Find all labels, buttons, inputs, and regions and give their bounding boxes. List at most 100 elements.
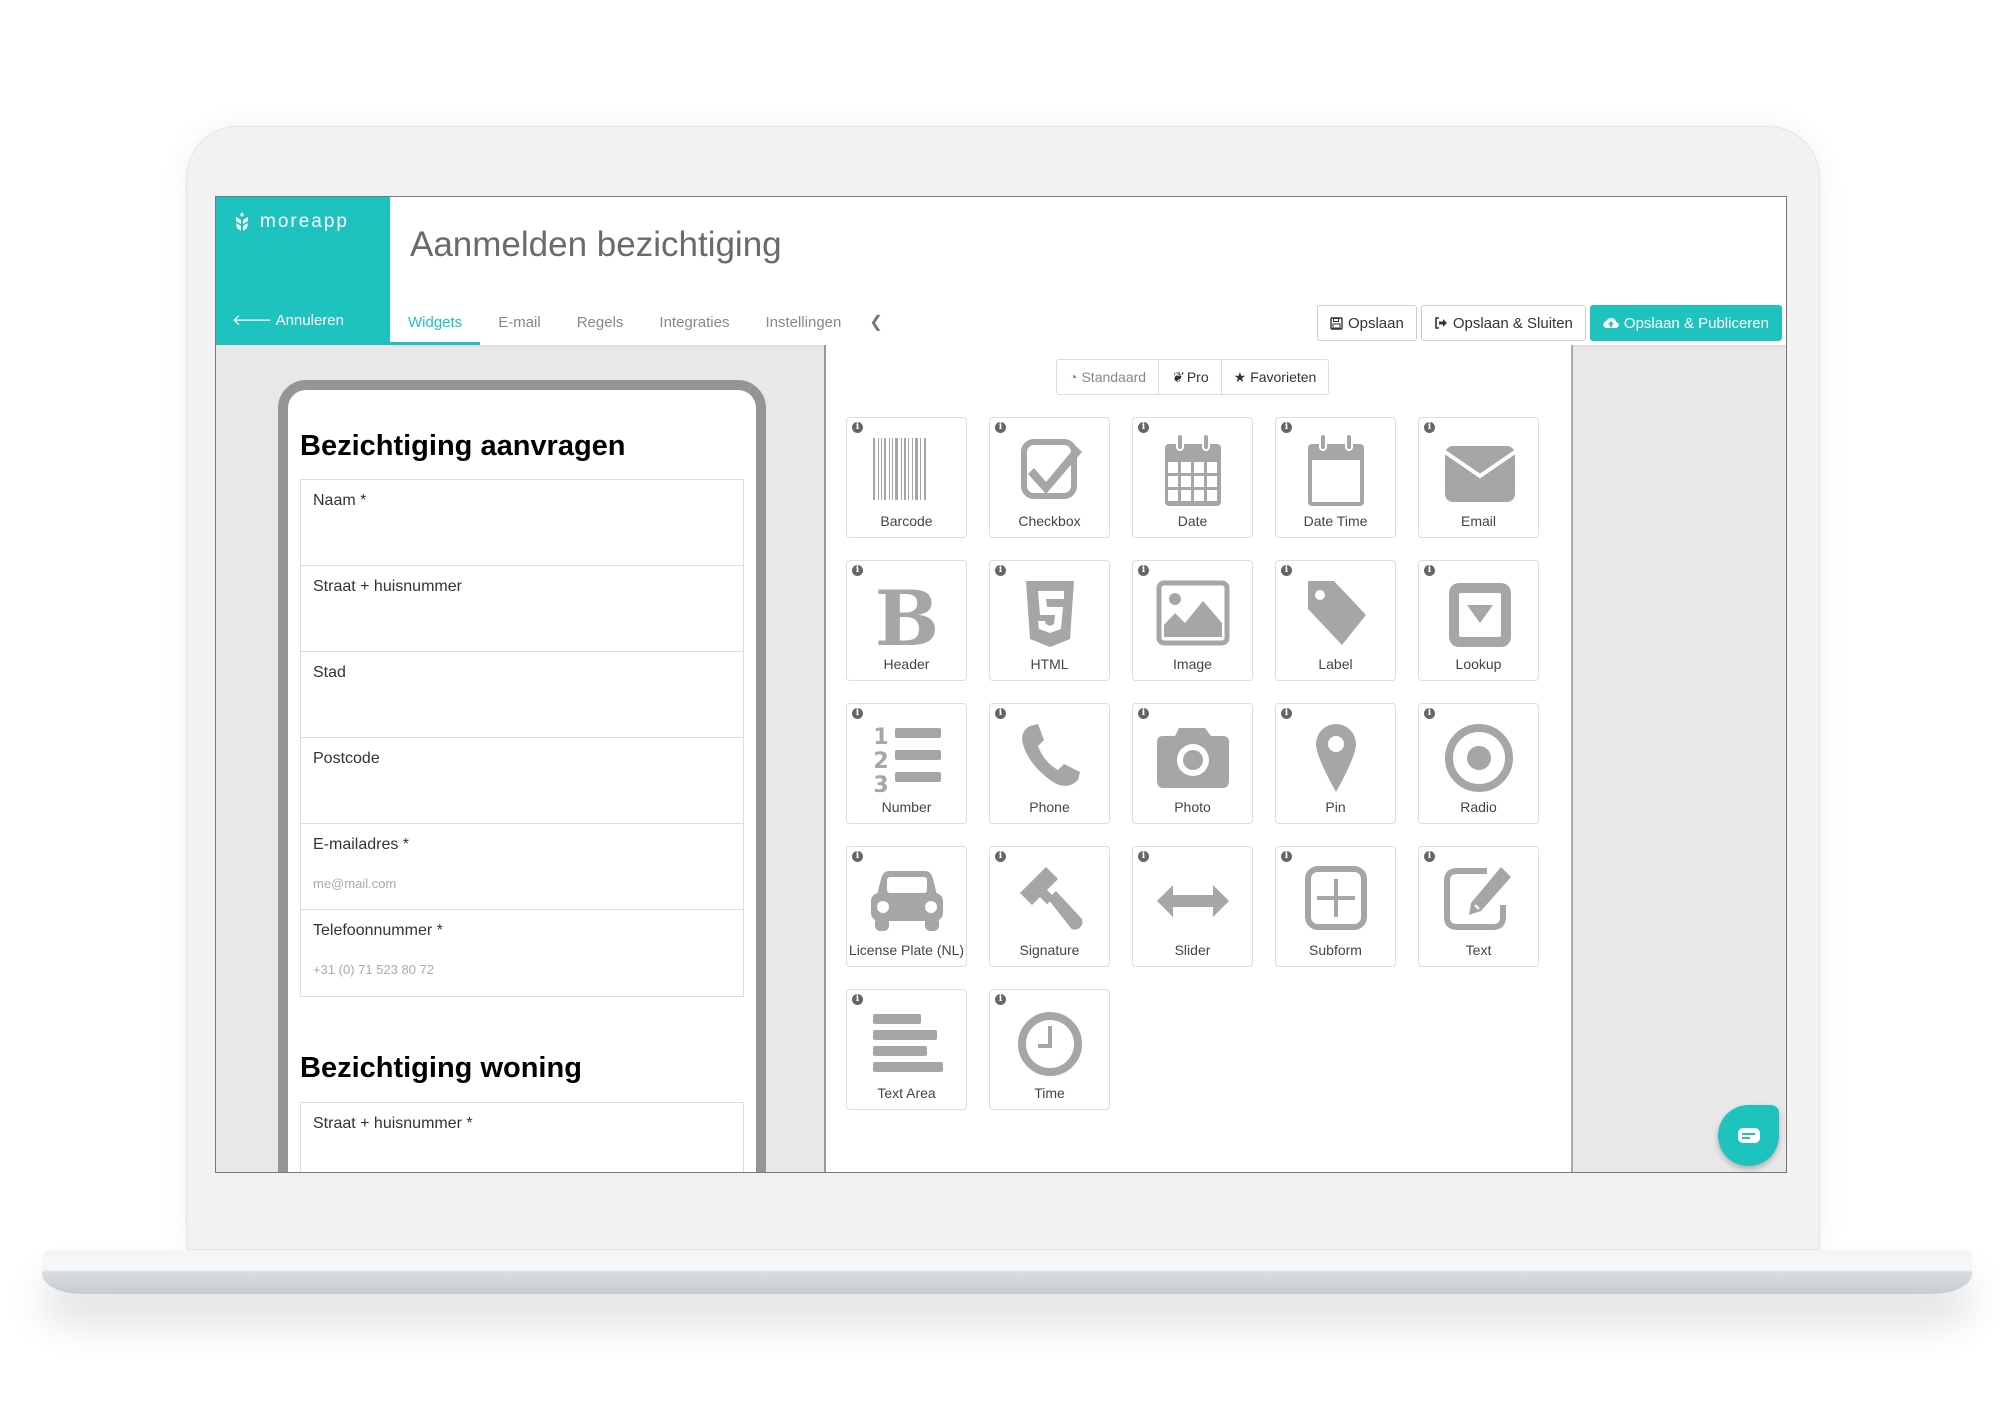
widget-tile-header[interactable]: i B Header bbox=[846, 560, 967, 681]
field-group: Straat + huisnummer * bbox=[300, 1102, 744, 1172]
widget-label: Date Time bbox=[1303, 513, 1368, 529]
svg-text:3: 3 bbox=[873, 773, 888, 796]
info-icon[interactable]: i bbox=[995, 851, 1006, 862]
tab-widgets[interactable]: Widgets bbox=[390, 305, 481, 345]
info-icon[interactable]: i bbox=[1138, 422, 1149, 433]
form-field[interactable]: E-mailadres * me@mail.com bbox=[301, 824, 743, 910]
widget-tile-photo[interactable]: i Photo bbox=[1132, 703, 1253, 824]
widget-label: Text bbox=[1465, 942, 1492, 958]
info-icon[interactable]: i bbox=[852, 851, 863, 862]
cloud-upload-icon bbox=[1603, 317, 1619, 329]
edit-icon bbox=[1444, 867, 1511, 930]
save-close-button[interactable]: Opslaan & Sluiten bbox=[1420, 305, 1586, 341]
widget-label: Phone bbox=[1029, 799, 1070, 815]
form-field[interactable]: Telefoonnummer * +31 (0) 71 523 80 72 bbox=[301, 910, 743, 996]
filter-label: Favorieten bbox=[1250, 369, 1317, 385]
widget-tile-radio[interactable]: i Radio bbox=[1418, 703, 1539, 824]
info-icon[interactable]: i bbox=[1424, 565, 1435, 576]
widget-label: Lookup bbox=[1455, 656, 1502, 672]
filter-pro[interactable]: ❦ Pro bbox=[1159, 360, 1222, 394]
widget-tile-checkbox[interactable]: i Checkbox bbox=[989, 417, 1110, 538]
info-icon[interactable]: i bbox=[1281, 708, 1292, 719]
form-field[interactable]: Stad bbox=[301, 652, 743, 738]
filter-favorites[interactable]: ★ Favorieten bbox=[1222, 360, 1329, 394]
info-icon[interactable]: i bbox=[852, 708, 863, 719]
info-icon[interactable]: i bbox=[852, 422, 863, 433]
widget-label: Subform bbox=[1309, 942, 1362, 958]
widget-tile-license-plate-nl[interactable]: i License Plate (NL) bbox=[846, 846, 967, 967]
info-icon[interactable]: i bbox=[1424, 422, 1435, 433]
widget-tile-phone[interactable]: i Phone bbox=[989, 703, 1110, 824]
filter-standard[interactable]: ◔ Standaard bbox=[1057, 360, 1160, 394]
moreapp-logo: moreapp bbox=[234, 211, 349, 233]
widget-tile-email[interactable]: i Email bbox=[1418, 417, 1539, 538]
form-field[interactable]: Straat + huisnummer * bbox=[301, 1103, 743, 1172]
widget-tile-time[interactable]: i Time bbox=[989, 989, 1110, 1110]
widget-tile-barcode[interactable]: i Barcode bbox=[846, 417, 967, 538]
form-field[interactable]: Straat + huisnummer bbox=[301, 566, 743, 652]
calendar-icon bbox=[1165, 433, 1221, 506]
field-group: Naam * Straat + huisnummer Stad Postcode… bbox=[300, 479, 744, 997]
field-label: Telefoonnummer * bbox=[313, 922, 443, 939]
leaf-icon: ❦ bbox=[1171, 368, 1183, 385]
info-icon[interactable]: i bbox=[1138, 565, 1149, 576]
info-icon[interactable]: i bbox=[852, 994, 863, 1005]
widget-label: Label bbox=[1318, 656, 1353, 672]
tab-email[interactable]: E-mail bbox=[480, 305, 559, 345]
info-icon[interactable]: i bbox=[1138, 708, 1149, 719]
plus-square-icon bbox=[1305, 866, 1367, 930]
form-field[interactable]: Naam * bbox=[301, 480, 743, 566]
cancel-label: Annuleren bbox=[275, 312, 344, 329]
info-icon[interactable]: i bbox=[1281, 851, 1292, 862]
widget-tile-label[interactable]: i Label bbox=[1275, 560, 1396, 681]
chat-icon bbox=[1738, 1128, 1760, 1143]
filter-label: Standaard bbox=[1081, 369, 1147, 385]
tab-rules[interactable]: Regels bbox=[559, 305, 642, 345]
info-icon[interactable]: i bbox=[995, 565, 1006, 576]
widget-tile-date-time[interactable]: i Date Time bbox=[1275, 417, 1396, 538]
info-icon[interactable]: i bbox=[995, 422, 1006, 433]
brand-sidebar: moreapp 🡐 Annuleren bbox=[216, 197, 390, 345]
field-label: Straat + huisnummer * bbox=[313, 1115, 473, 1132]
widget-label: Checkbox bbox=[1018, 513, 1081, 529]
info-icon[interactable]: i bbox=[1138, 851, 1149, 862]
info-icon[interactable]: i bbox=[1424, 851, 1435, 862]
field-label: Naam * bbox=[313, 492, 367, 509]
widget-label: Time bbox=[1034, 1085, 1065, 1101]
chevron-left-icon[interactable]: ❮ bbox=[859, 305, 892, 345]
widget-tile-pin[interactable]: i Pin bbox=[1275, 703, 1396, 824]
action-buttons: Opslaan Opslaan & Sluiten Opslaan & Publ… bbox=[1316, 305, 1782, 341]
form-field[interactable]: Postcode bbox=[301, 738, 743, 824]
info-icon[interactable]: i bbox=[995, 994, 1006, 1005]
field-placeholder: +31 (0) 71 523 80 72 bbox=[313, 962, 435, 977]
widget-tile-slider[interactable]: i Slider bbox=[1132, 846, 1253, 967]
info-icon[interactable]: i bbox=[852, 565, 863, 576]
widget-tile-signature[interactable]: i Signature bbox=[989, 846, 1110, 967]
save-close-label: Opslaan & Sluiten bbox=[1452, 314, 1573, 332]
section-heading: Bezichtiging woning bbox=[300, 1052, 582, 1084]
cancel-link[interactable]: 🡐 Annuleren bbox=[232, 310, 344, 329]
tab-settings[interactable]: Instellingen bbox=[747, 305, 859, 345]
widget-tile-text-area[interactable]: i Text Area bbox=[846, 989, 967, 1110]
widget-label: Barcode bbox=[880, 513, 933, 529]
save-button[interactable]: Opslaan bbox=[1316, 305, 1417, 341]
widget-tile-subform[interactable]: i Subform bbox=[1275, 846, 1396, 967]
save-publish-button[interactable]: Opslaan & Publiceren bbox=[1589, 305, 1782, 341]
widget-tile-html[interactable]: i HTML bbox=[989, 560, 1110, 681]
widget-tile-date[interactable]: i Date bbox=[1132, 417, 1253, 538]
form-preview-phone: Bezichtiging aanvragen Naam * Straat + h… bbox=[278, 380, 766, 1172]
form-title: Aanmelden bezichtiging bbox=[410, 225, 782, 264]
widget-tile-text[interactable]: i Text bbox=[1418, 846, 1539, 967]
editor-header: Aanmelden bezichtiging Widgets E-mail Re… bbox=[390, 197, 1786, 347]
info-icon[interactable]: i bbox=[995, 708, 1006, 719]
info-icon[interactable]: i bbox=[1281, 422, 1292, 433]
widget-tile-image[interactable]: i Image bbox=[1132, 560, 1253, 681]
widget-tile-lookup[interactable]: i Lookup bbox=[1418, 560, 1539, 681]
widget-tile-number[interactable]: i 123 Number bbox=[846, 703, 967, 824]
chat-launcher-button[interactable] bbox=[1718, 1105, 1779, 1166]
info-icon[interactable]: i bbox=[1281, 565, 1292, 576]
tab-integrations[interactable]: Integraties bbox=[641, 305, 747, 345]
info-icon[interactable]: i bbox=[1424, 708, 1435, 719]
phone-icon bbox=[1022, 724, 1080, 786]
car-icon bbox=[871, 871, 943, 931]
